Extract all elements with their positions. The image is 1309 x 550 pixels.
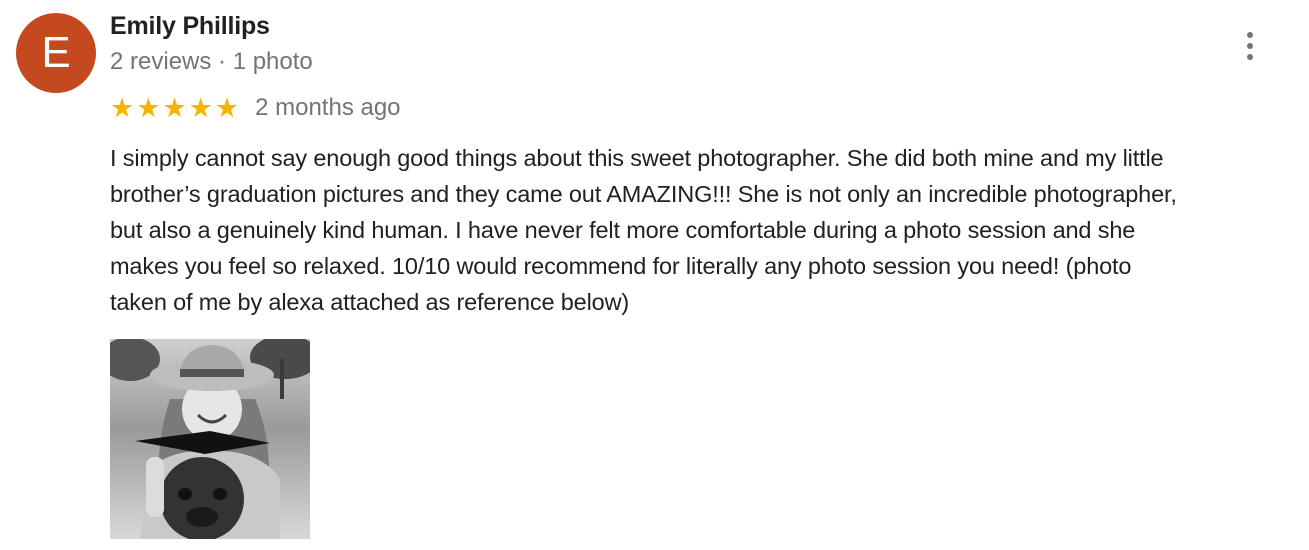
review-photo-image	[110, 339, 310, 539]
review-text-line: brother’s graduation pictures and they c…	[110, 181, 1177, 207]
star-icon: ★	[162, 92, 187, 123]
review-photo[interactable]	[110, 339, 310, 539]
star-icon: ★	[110, 92, 135, 123]
avatar-letter: E	[41, 28, 71, 77]
star-icon: ★	[188, 92, 213, 123]
reviewer-meta[interactable]: 2 reviews · 1 photo	[110, 48, 313, 76]
review-text: I simply cannot say enough good things a…	[110, 140, 1305, 320]
more-vert-icon-dot	[1247, 54, 1253, 60]
rating-row: ★ ★ ★ ★ ★ 2 months ago	[110, 92, 401, 124]
review-text-line: taken of me by alexa attached as referen…	[110, 289, 630, 315]
more-vert-icon-dot	[1247, 32, 1253, 38]
avatar[interactable]: E	[16, 13, 96, 93]
review-card: E Emily Phillips 2 reviews · 1 photo ★ ★…	[0, 0, 1309, 550]
more-vert-icon-dot	[1247, 43, 1253, 49]
star-icon: ★	[214, 92, 240, 123]
more-options-button[interactable]	[1232, 26, 1268, 66]
review-text-line: but also a genuinely kind human. I have …	[110, 217, 1136, 243]
review-text-line: makes you feel so relaxed. 10/10 would r…	[110, 253, 1132, 279]
star-icon: ★	[136, 92, 161, 123]
review-text-line: I simply cannot say enough good things a…	[110, 145, 1164, 171]
review-date: 2 months ago	[255, 94, 401, 121]
star-rating: ★ ★ ★ ★ ★	[110, 92, 240, 123]
reviewer-name[interactable]: Emily Phillips	[110, 12, 270, 41]
